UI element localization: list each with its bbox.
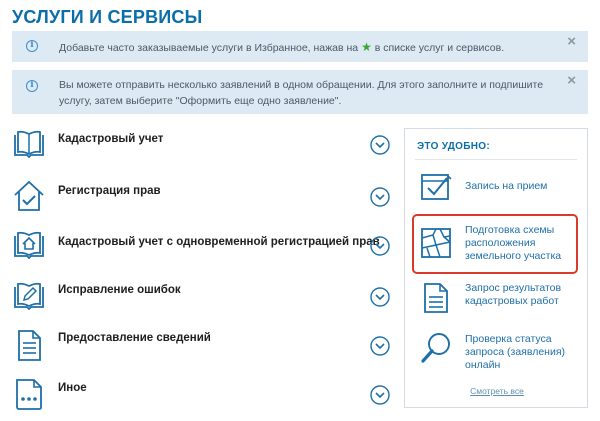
service-label: Исправление ошибок [58,284,181,296]
chevron-down-icon[interactable] [370,287,390,307]
service-label: Иное [58,382,87,394]
document-icon [18,330,41,361]
sidebar-item-appointment[interactable]: Запись на прием [405,169,589,209]
star-icon: ★ [361,40,372,54]
sidebar-item-label: Проверка статуса запроса (заявления) онл… [465,333,566,371]
service-item-rights-registration[interactable]: Регистрация прав [12,179,392,221]
chevron-down-icon[interactable] [370,385,390,405]
open-book-icon [14,130,44,159]
house-check-icon [14,180,44,211]
page-title: УСЛУГИ И СЕРВИСЫ [12,7,203,27]
divider [415,159,577,160]
close-icon[interactable]: × [567,34,576,50]
service-item-cadastral-with-registration[interactable]: Кадастровый учет с одновременной регистр… [12,228,392,270]
calendar-check-icon [421,174,452,200]
chevron-down-icon[interactable] [370,135,390,155]
service-label: Кадастровый учет [58,133,164,145]
close-icon[interactable]: × [567,73,576,89]
see-all-link[interactable]: Смотреть все [405,386,589,396]
service-item-other[interactable]: Иное [12,377,392,419]
service-label: Регистрация прав [58,185,161,197]
notice-favorites-text: Добавьте часто заказываемые услуги в Изб… [59,39,548,56]
service-label: Предоставление сведений [58,332,211,344]
service-item-information[interactable]: Предоставление сведений [12,328,392,370]
service-label: Кадастровый учет с одновременной регистр… [58,236,380,248]
info-icon: i [26,80,38,92]
panel-title: ЭТО УДОБНО: [417,141,490,152]
book-house-icon [14,231,44,260]
sidebar-item-status-check[interactable]: Проверка статуса запроса (заявления) онл… [405,329,589,384]
sidebar-item-label: Запись на прием [465,180,548,192]
book-pencil-icon [14,282,44,311]
highlight-frame [412,214,578,274]
service-item-cadastral[interactable]: Кадастровый учет [12,127,392,169]
notice-favorites: i Добавьте часто заказываемые услуги в И… [12,31,588,62]
chevron-down-icon[interactable] [370,187,390,207]
notice-multiple-applications: i Вы можете отправить несколько заявлени… [12,70,588,114]
info-icon: i [26,40,38,52]
chevron-down-icon[interactable] [370,336,390,356]
notice-multiple-text: Вы можете отправить несколько заявлений … [59,79,544,107]
sidebar-item-label: Запрос результатов кадастровых работ [465,282,562,307]
service-item-error-correction[interactable]: Исправление ошибок [12,279,392,321]
sidebar-item-cadastral-results-request[interactable]: Запрос результатов кадастровых работ [405,279,589,319]
file-dots-icon [16,379,42,410]
document-request-icon [424,283,448,313]
chevron-down-icon[interactable] [370,236,390,256]
notice-text-after: в списке услуг и сервисов. [374,42,505,54]
magnifier-icon [421,333,450,363]
notice-text-before: Добавьте часто заказываемые услуги в Изб… [59,42,359,54]
